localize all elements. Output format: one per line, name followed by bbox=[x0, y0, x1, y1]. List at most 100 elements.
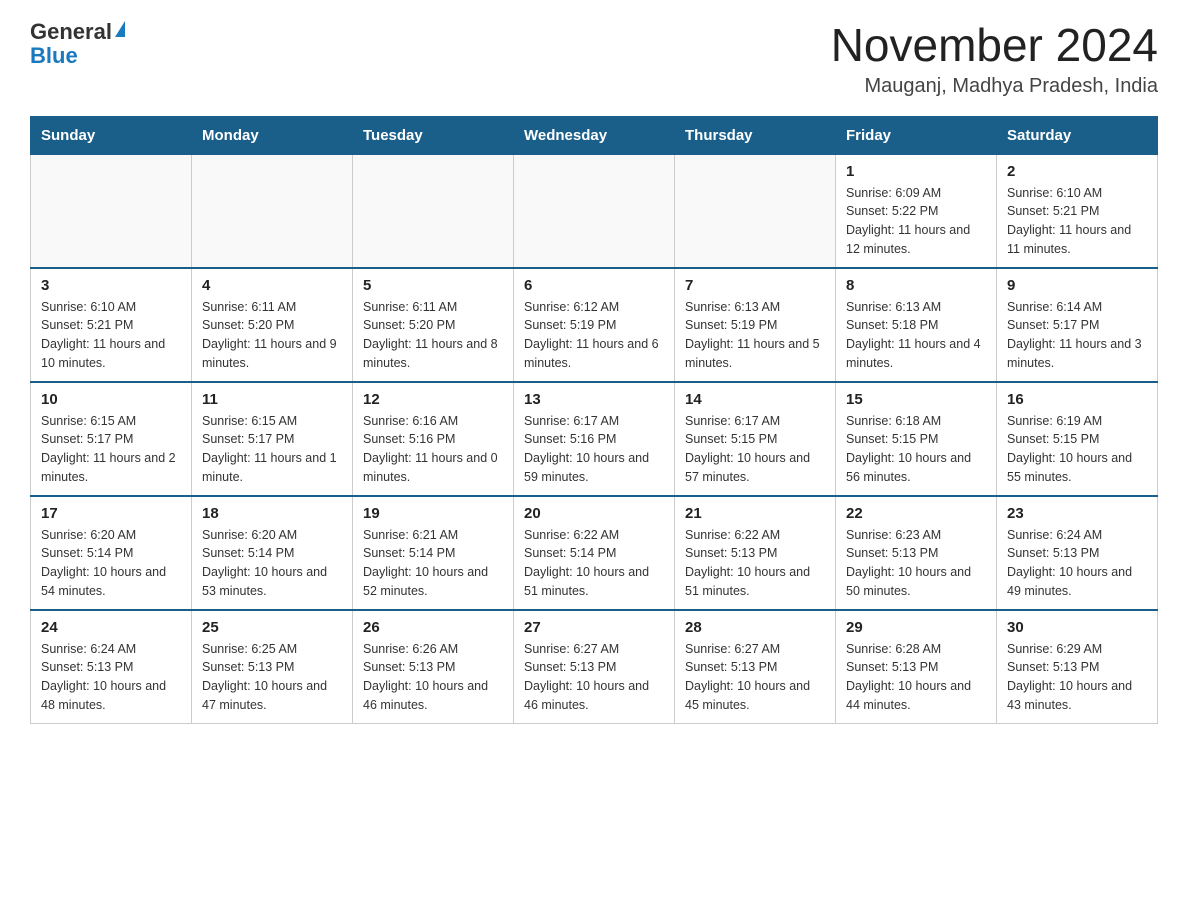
logo-general-text: General bbox=[30, 20, 125, 44]
logo-blue-text: Blue bbox=[30, 44, 78, 68]
table-row bbox=[353, 154, 514, 268]
day-info: Sunrise: 6:11 AM Sunset: 5:20 PM Dayligh… bbox=[202, 298, 342, 373]
day-info: Sunrise: 6:22 AM Sunset: 5:13 PM Dayligh… bbox=[685, 526, 825, 601]
table-row: 16 Sunrise: 6:19 AM Sunset: 5:15 PM Dayli… bbox=[997, 382, 1158, 496]
day-number: 13 bbox=[524, 391, 664, 408]
day-number: 16 bbox=[1007, 391, 1147, 408]
header-saturday: Saturday bbox=[997, 116, 1158, 154]
header: General Blue November 2024 Mauganj, Madh… bbox=[30, 20, 1158, 98]
day-info: Sunrise: 6:13 AM Sunset: 5:19 PM Dayligh… bbox=[685, 298, 825, 373]
title-area: November 2024 Mauganj, Madhya Pradesh, I… bbox=[831, 20, 1158, 98]
day-info: Sunrise: 6:20 AM Sunset: 5:14 PM Dayligh… bbox=[41, 526, 181, 601]
day-number: 8 bbox=[846, 277, 986, 294]
weekday-header-row: Sunday Monday Tuesday Wednesday Thursday… bbox=[31, 116, 1158, 154]
calendar-table: Sunday Monday Tuesday Wednesday Thursday… bbox=[30, 116, 1158, 724]
table-row: 15 Sunrise: 6:18 AM Sunset: 5:15 PM Dayli… bbox=[836, 382, 997, 496]
day-info: Sunrise: 6:28 AM Sunset: 5:13 PM Dayligh… bbox=[846, 640, 986, 715]
day-info: Sunrise: 6:23 AM Sunset: 5:13 PM Dayligh… bbox=[846, 526, 986, 601]
day-number: 7 bbox=[685, 277, 825, 294]
day-info: Sunrise: 6:13 AM Sunset: 5:18 PM Dayligh… bbox=[846, 298, 986, 373]
day-number: 26 bbox=[363, 619, 503, 636]
day-number: 15 bbox=[846, 391, 986, 408]
table-row: 9 Sunrise: 6:14 AM Sunset: 5:17 PM Daylig… bbox=[997, 268, 1158, 382]
day-number: 5 bbox=[363, 277, 503, 294]
day-number: 10 bbox=[41, 391, 181, 408]
day-number: 23 bbox=[1007, 505, 1147, 522]
day-info: Sunrise: 6:19 AM Sunset: 5:15 PM Dayligh… bbox=[1007, 412, 1147, 487]
table-row: 29 Sunrise: 6:28 AM Sunset: 5:13 PM Dayli… bbox=[836, 610, 997, 724]
day-info: Sunrise: 6:26 AM Sunset: 5:13 PM Dayligh… bbox=[363, 640, 503, 715]
table-row: 2 Sunrise: 6:10 AM Sunset: 5:21 PM Daylig… bbox=[997, 154, 1158, 268]
calendar-week-row: 10 Sunrise: 6:15 AM Sunset: 5:17 PM Dayli… bbox=[31, 382, 1158, 496]
calendar-week-row: 17 Sunrise: 6:20 AM Sunset: 5:14 PM Dayli… bbox=[31, 496, 1158, 610]
day-info: Sunrise: 6:10 AM Sunset: 5:21 PM Dayligh… bbox=[1007, 184, 1147, 259]
logo-triangle-icon bbox=[115, 21, 125, 37]
day-number: 11 bbox=[202, 391, 342, 408]
header-monday: Monday bbox=[192, 116, 353, 154]
table-row bbox=[675, 154, 836, 268]
day-info: Sunrise: 6:20 AM Sunset: 5:14 PM Dayligh… bbox=[202, 526, 342, 601]
day-number: 25 bbox=[202, 619, 342, 636]
day-number: 21 bbox=[685, 505, 825, 522]
day-info: Sunrise: 6:18 AM Sunset: 5:15 PM Dayligh… bbox=[846, 412, 986, 487]
table-row: 3 Sunrise: 6:10 AM Sunset: 5:21 PM Daylig… bbox=[31, 268, 192, 382]
day-number: 1 bbox=[846, 163, 986, 180]
day-info: Sunrise: 6:16 AM Sunset: 5:16 PM Dayligh… bbox=[363, 412, 503, 487]
table-row: 6 Sunrise: 6:12 AM Sunset: 5:19 PM Daylig… bbox=[514, 268, 675, 382]
table-row: 13 Sunrise: 6:17 AM Sunset: 5:16 PM Dayli… bbox=[514, 382, 675, 496]
table-row bbox=[192, 154, 353, 268]
day-number: 6 bbox=[524, 277, 664, 294]
header-wednesday: Wednesday bbox=[514, 116, 675, 154]
day-number: 27 bbox=[524, 619, 664, 636]
table-row: 7 Sunrise: 6:13 AM Sunset: 5:19 PM Daylig… bbox=[675, 268, 836, 382]
day-number: 17 bbox=[41, 505, 181, 522]
day-info: Sunrise: 6:10 AM Sunset: 5:21 PM Dayligh… bbox=[41, 298, 181, 373]
table-row: 8 Sunrise: 6:13 AM Sunset: 5:18 PM Daylig… bbox=[836, 268, 997, 382]
table-row: 20 Sunrise: 6:22 AM Sunset: 5:14 PM Dayli… bbox=[514, 496, 675, 610]
table-row: 18 Sunrise: 6:20 AM Sunset: 5:14 PM Dayli… bbox=[192, 496, 353, 610]
day-number: 9 bbox=[1007, 277, 1147, 294]
day-info: Sunrise: 6:17 AM Sunset: 5:16 PM Dayligh… bbox=[524, 412, 664, 487]
table-row: 28Sunrise: 6:27 AM Sunset: 5:13 PM Dayli… bbox=[675, 610, 836, 724]
table-row bbox=[514, 154, 675, 268]
table-row: 4Sunrise: 6:11 AM Sunset: 5:20 PM Daylig… bbox=[192, 268, 353, 382]
day-info: Sunrise: 6:15 AM Sunset: 5:17 PM Dayligh… bbox=[202, 412, 342, 487]
day-number: 14 bbox=[685, 391, 825, 408]
table-row: 22 Sunrise: 6:23 AM Sunset: 5:13 PM Dayli… bbox=[836, 496, 997, 610]
day-info: Sunrise: 6:25 AM Sunset: 5:13 PM Dayligh… bbox=[202, 640, 342, 715]
day-number: 20 bbox=[524, 505, 664, 522]
calendar-week-row: 3 Sunrise: 6:10 AM Sunset: 5:21 PM Daylig… bbox=[31, 268, 1158, 382]
day-info: Sunrise: 6:11 AM Sunset: 5:20 PM Dayligh… bbox=[363, 298, 503, 373]
day-number: 3 bbox=[41, 277, 181, 294]
table-row: 12 Sunrise: 6:16 AM Sunset: 5:16 PM Dayli… bbox=[353, 382, 514, 496]
day-number: 2 bbox=[1007, 163, 1147, 180]
day-number: 29 bbox=[846, 619, 986, 636]
day-info: Sunrise: 6:21 AM Sunset: 5:14 PM Dayligh… bbox=[363, 526, 503, 601]
table-row: 30Sunrise: 6:29 AM Sunset: 5:13 PM Dayli… bbox=[997, 610, 1158, 724]
table-row: 5 Sunrise: 6:11 AM Sunset: 5:20 PM Daylig… bbox=[353, 268, 514, 382]
day-info: Sunrise: 6:09 AM Sunset: 5:22 PM Dayligh… bbox=[846, 184, 986, 259]
day-number: 30 bbox=[1007, 619, 1147, 636]
day-info: Sunrise: 6:12 AM Sunset: 5:19 PM Dayligh… bbox=[524, 298, 664, 373]
table-row: 10 Sunrise: 6:15 AM Sunset: 5:17 PM Dayli… bbox=[31, 382, 192, 496]
day-info: Sunrise: 6:15 AM Sunset: 5:17 PM Dayligh… bbox=[41, 412, 181, 487]
day-info: Sunrise: 6:22 AM Sunset: 5:14 PM Dayligh… bbox=[524, 526, 664, 601]
table-row: 24Sunrise: 6:24 AM Sunset: 5:13 PM Dayli… bbox=[31, 610, 192, 724]
day-number: 22 bbox=[846, 505, 986, 522]
day-info: Sunrise: 6:27 AM Sunset: 5:13 PM Dayligh… bbox=[685, 640, 825, 715]
table-row: 14Sunrise: 6:17 AM Sunset: 5:15 PM Dayli… bbox=[675, 382, 836, 496]
table-row bbox=[31, 154, 192, 268]
header-thursday: Thursday bbox=[675, 116, 836, 154]
calendar-subtitle: Mauganj, Madhya Pradesh, India bbox=[831, 75, 1158, 98]
logo: General Blue bbox=[30, 20, 125, 68]
day-number: 18 bbox=[202, 505, 342, 522]
header-friday: Friday bbox=[836, 116, 997, 154]
day-number: 12 bbox=[363, 391, 503, 408]
table-row: 27Sunrise: 6:27 AM Sunset: 5:13 PM Dayli… bbox=[514, 610, 675, 724]
table-row: 11 Sunrise: 6:15 AM Sunset: 5:17 PM Dayli… bbox=[192, 382, 353, 496]
table-row: 19Sunrise: 6:21 AM Sunset: 5:14 PM Dayli… bbox=[353, 496, 514, 610]
day-info: Sunrise: 6:14 AM Sunset: 5:17 PM Dayligh… bbox=[1007, 298, 1147, 373]
day-info: Sunrise: 6:24 AM Sunset: 5:13 PM Dayligh… bbox=[1007, 526, 1147, 601]
table-row: 21 Sunrise: 6:22 AM Sunset: 5:13 PM Dayli… bbox=[675, 496, 836, 610]
table-row: 26 Sunrise: 6:26 AM Sunset: 5:13 PM Dayli… bbox=[353, 610, 514, 724]
